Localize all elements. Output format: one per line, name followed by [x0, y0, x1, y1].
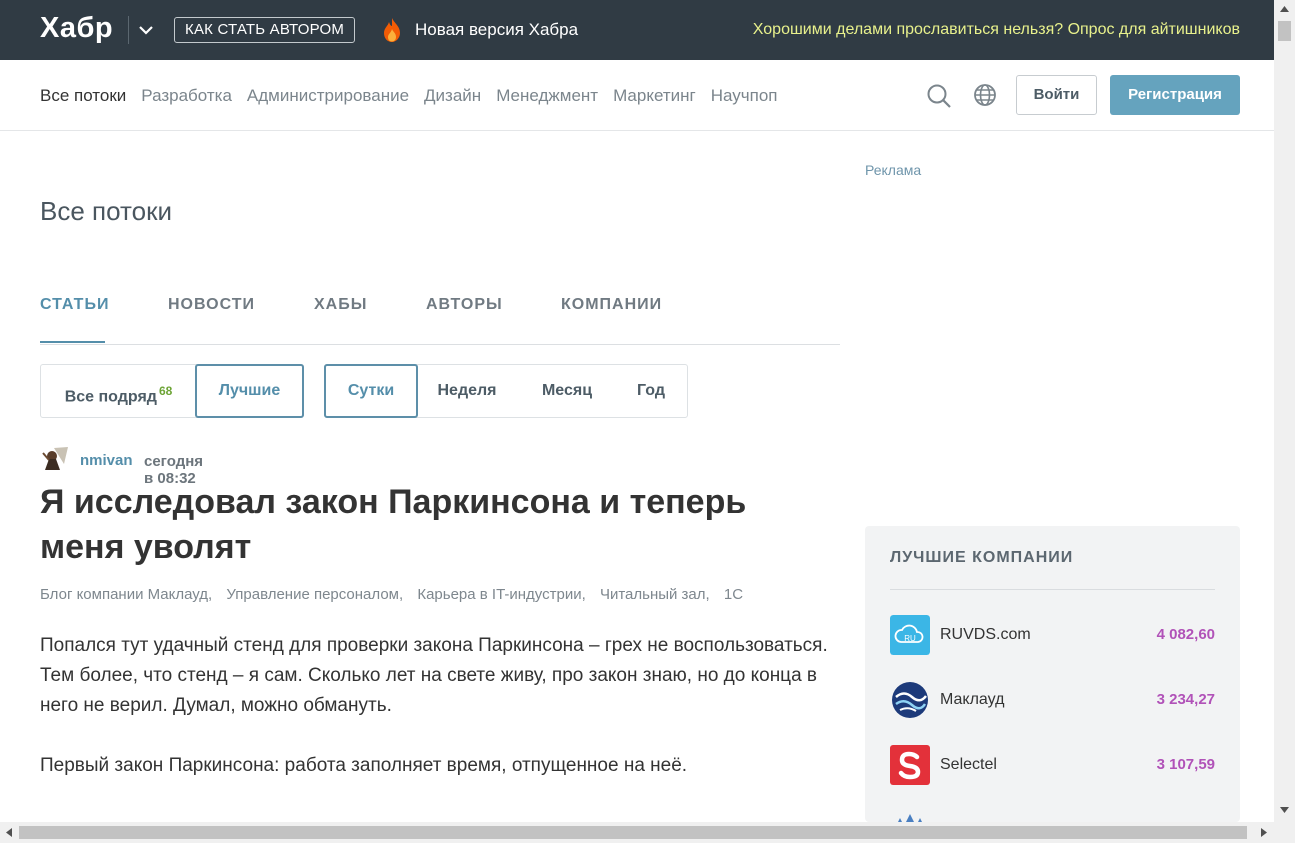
fire-icon: [384, 18, 400, 42]
scrollbar-corner: [1274, 822, 1295, 843]
scroll-up-icon[interactable]: [1278, 4, 1291, 14]
tab-articles[interactable]: СТАТЬИ: [40, 296, 109, 314]
avatar[interactable]: [40, 444, 70, 474]
filter-all-label: Все подряд: [64, 388, 157, 406]
article-hubs: Блог компании Маклауд, Управление персон…: [40, 586, 753, 603]
filter-month-button[interactable]: Месяц: [518, 365, 616, 417]
period-filter-group: Сутки Неделя Месяц Год: [324, 364, 688, 418]
login-button[interactable]: Войти: [1016, 75, 1097, 115]
company-logo-icon: [898, 814, 922, 822]
hub-link[interactable]: Управление персоналом,: [226, 586, 403, 603]
company-item[interactable]: Маклауд 3 234,27: [890, 680, 1215, 720]
logo-divider: [128, 16, 129, 44]
filter-day-button[interactable]: Сутки: [324, 364, 418, 418]
svg-text:RU: RU: [904, 634, 916, 643]
page: Хабр КАК СТАТЬ АВТОРОМ Новая версия Хабр…: [0, 0, 1274, 822]
chevron-down-icon[interactable]: [137, 20, 155, 40]
top-companies-widget: ЛУЧШИЕ КОМПАНИИ RU RUVDS.com 4 082,60 Ма…: [865, 526, 1240, 822]
nav-item-marketing[interactable]: Маркетинг: [613, 86, 696, 106]
company-rating: 4 082,60: [1156, 626, 1215, 643]
flows-nav: Все потоки Разработка Администрирование …: [40, 86, 778, 106]
main-nav: Все потоки Разработка Администрирование …: [0, 60, 1274, 131]
nav-item-administration[interactable]: Администрирование: [247, 86, 409, 106]
scroll-down-icon[interactable]: [1278, 805, 1291, 815]
selectel-logo-icon: [890, 745, 930, 785]
filter-week-button[interactable]: Неделя: [418, 365, 516, 417]
company-rating: 3 107,59: [1156, 756, 1215, 773]
how-to-become-author-button[interactable]: КАК СТАТЬ АВТОРОМ: [174, 17, 356, 43]
search-icon[interactable]: [926, 83, 952, 109]
top-bar: Хабр КАК СТАТЬ АВТОРОМ Новая версия Хабр…: [0, 0, 1274, 60]
habr-logo[interactable]: Хабр: [40, 12, 113, 45]
nav-item-design[interactable]: Дизайн: [424, 86, 481, 106]
nav-item-development[interactable]: Разработка: [141, 86, 232, 106]
article-paragraph: Попался тут удачный стенд для проверки з…: [40, 635, 828, 716]
new-version-link[interactable]: Новая версия Хабра: [415, 20, 578, 40]
article-paragraph: Первый закон Паркинсона: работа заполняе…: [40, 755, 688, 776]
filter-all-button[interactable]: Все подряд 68: [41, 365, 196, 417]
company-rating: 3 234,27: [1156, 691, 1215, 708]
company-name: Selectel: [940, 756, 997, 773]
nav-item-popular-science[interactable]: Научпоп: [711, 86, 778, 106]
company-item[interactable]: [890, 810, 1215, 822]
vertical-scrollbar[interactable]: [1274, 0, 1295, 822]
vertical-scroll-thumb[interactable]: [1278, 21, 1291, 41]
filter-year-button[interactable]: Год: [616, 365, 686, 417]
tab-hubs[interactable]: ХАБЫ: [314, 296, 367, 314]
scroll-right-icon[interactable]: [1259, 827, 1269, 838]
hub-link[interactable]: 1С: [724, 586, 743, 603]
divider: [890, 589, 1215, 590]
filter-best-button[interactable]: Лучшие: [195, 364, 304, 418]
register-button[interactable]: Регистрация: [1110, 75, 1240, 115]
horizontal-scroll-thumb[interactable]: [19, 826, 1247, 839]
content-tabs: СТАТЬИ НОВОСТИ ХАБЫ АВТОРЫ КОМПАНИИ: [40, 296, 840, 345]
company-item[interactable]: Selectel 3 107,59: [890, 745, 1215, 785]
company-name: RUVDS.com: [940, 626, 1031, 643]
new-count-badge: 68: [158, 384, 173, 398]
promo-link[interactable]: Хорошими делами прославиться нельзя? Опр…: [753, 21, 1240, 39]
globe-icon[interactable]: [973, 83, 997, 107]
hub-link[interactable]: Читальный зал,: [600, 586, 710, 603]
ad-label: Реклама: [865, 162, 922, 178]
company-item[interactable]: RU RUVDS.com 4 082,60: [890, 615, 1215, 655]
article-title[interactable]: Я исследовал закон Паркинсона и теперь м…: [40, 480, 840, 570]
hub-link[interactable]: Карьера в IT-индустрии,: [417, 586, 585, 603]
nav-item-management[interactable]: Менеджмент: [496, 86, 598, 106]
tab-news[interactable]: НОВОСТИ: [168, 296, 255, 314]
active-tab-indicator: [40, 341, 105, 343]
ruvds-logo-icon: RU: [890, 615, 930, 655]
scroll-left-icon[interactable]: [4, 827, 14, 838]
sort-filter-group: Все подряд 68 Лучшие: [40, 364, 304, 418]
article-author[interactable]: nmivan: [80, 452, 133, 469]
tab-authors[interactable]: АВТОРЫ: [426, 296, 503, 314]
macloud-logo-icon: [890, 680, 930, 720]
page-title: Все потоки: [40, 196, 172, 226]
company-name: Маклауд: [940, 691, 1005, 708]
nav-item-all-flows[interactable]: Все потоки: [40, 86, 126, 106]
tab-companies[interactable]: КОМПАНИИ: [561, 296, 662, 314]
top-companies-title: ЛУЧШИЕ КОМПАНИИ: [890, 549, 1074, 566]
hub-link[interactable]: Блог компании Маклауд,: [40, 586, 212, 603]
